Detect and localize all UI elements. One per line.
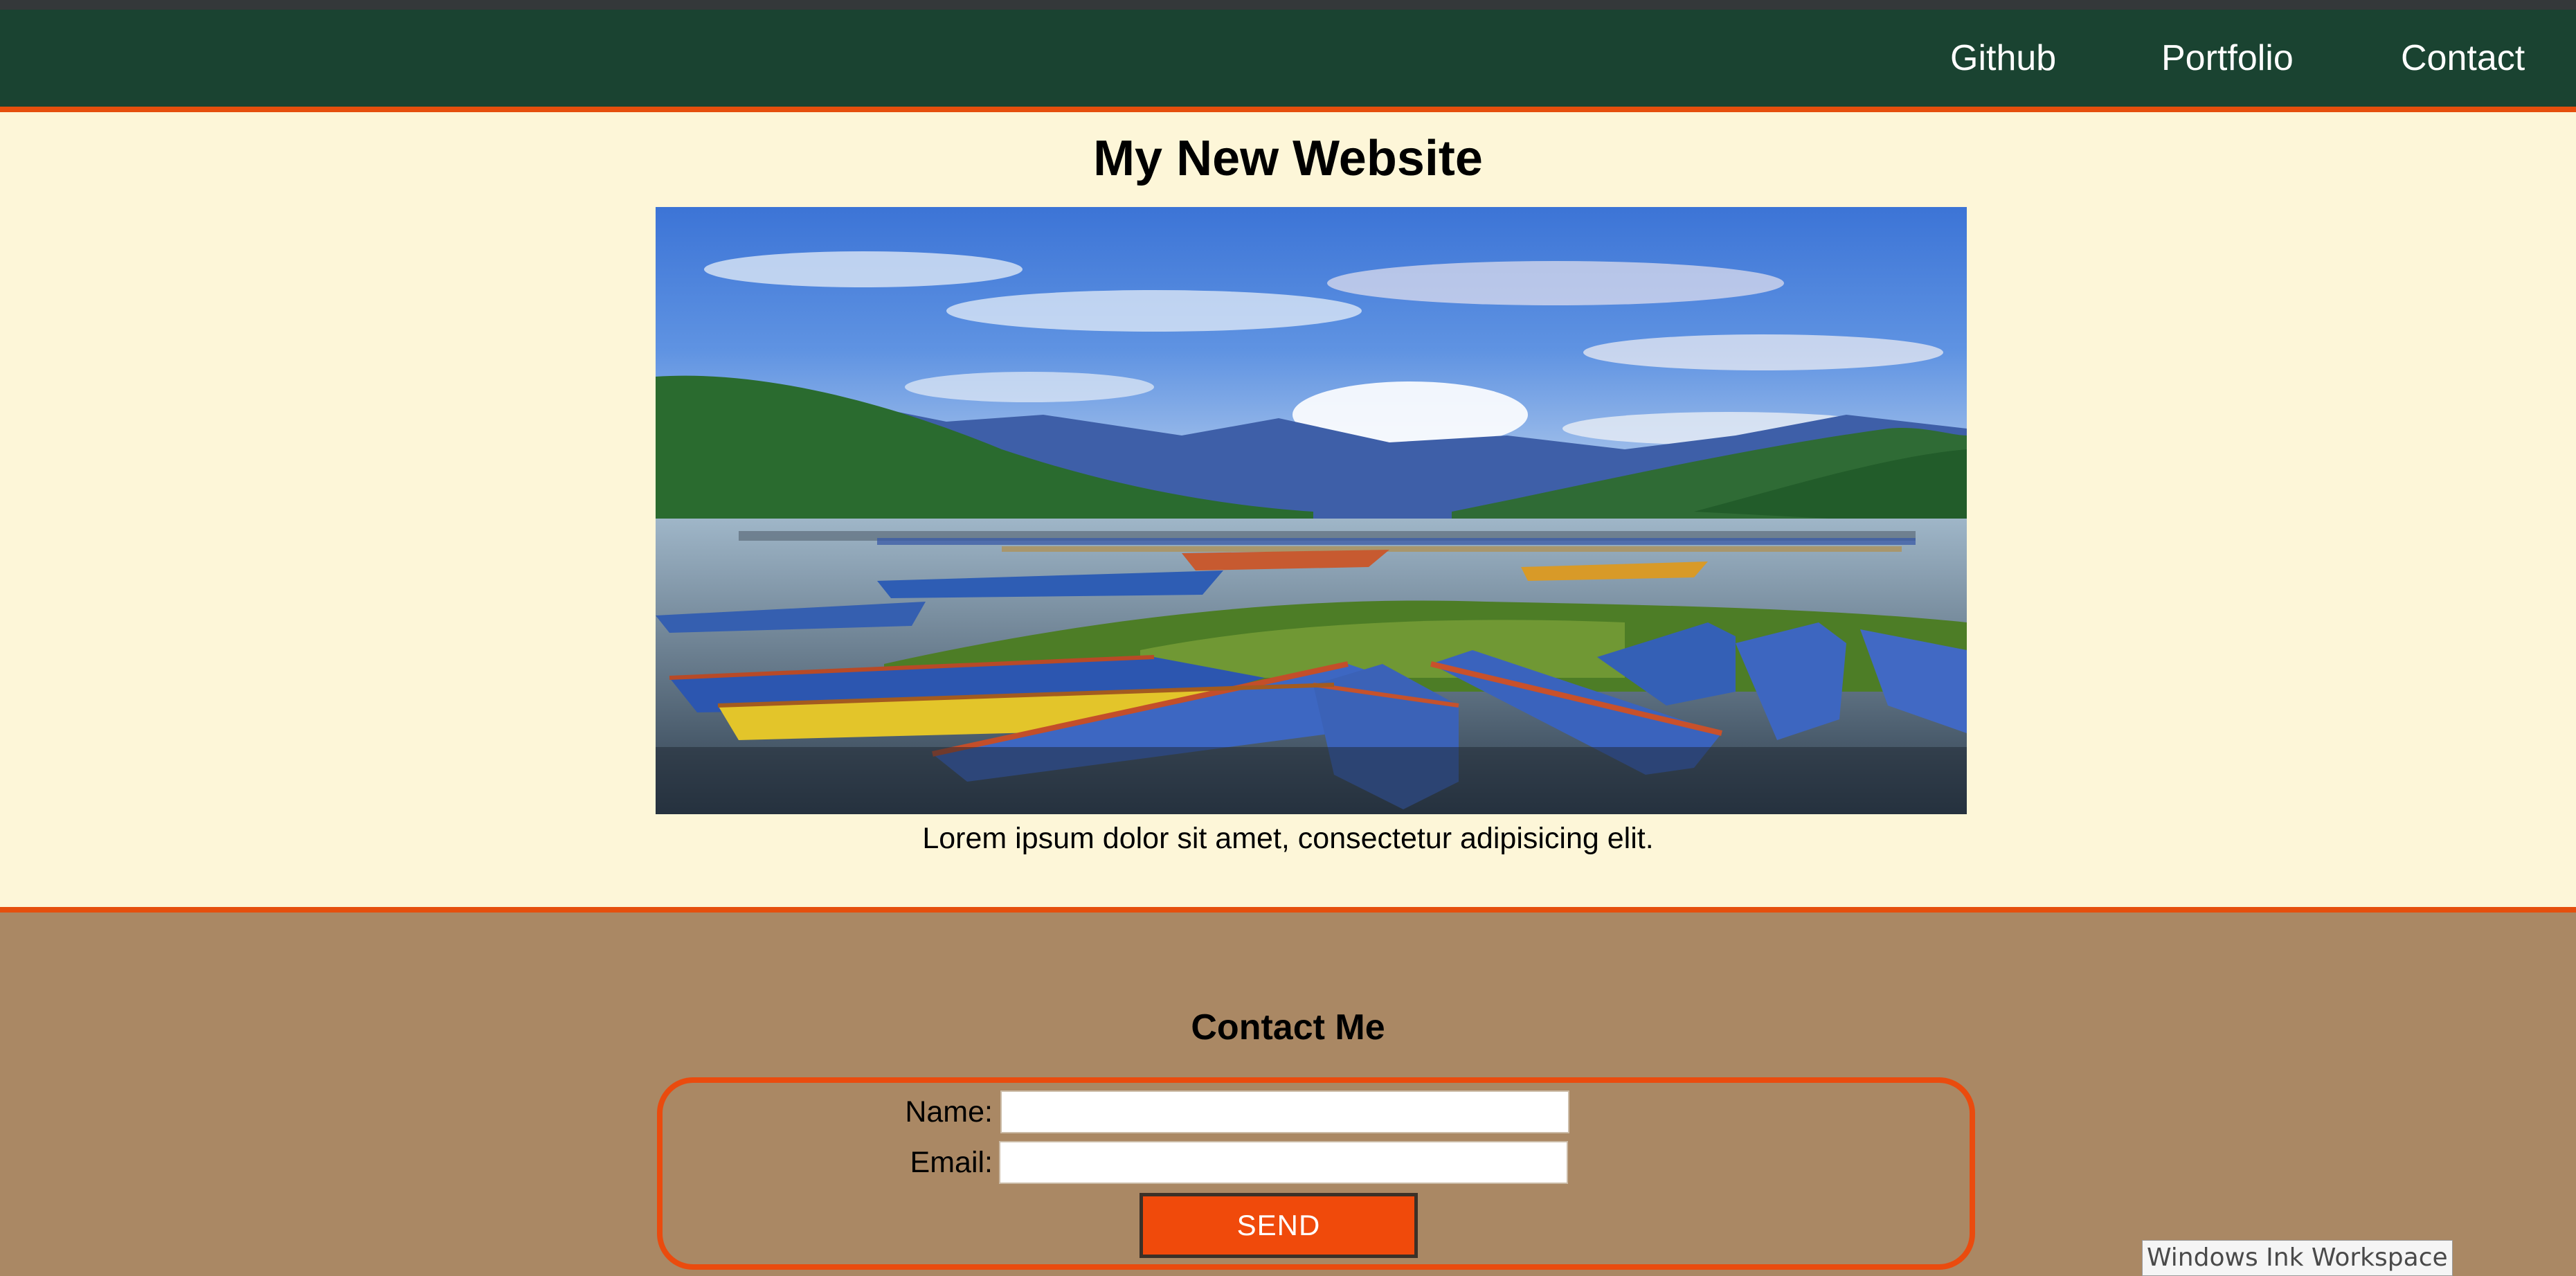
email-label: Email: [910,1146,993,1179]
page-title: My New Website [1093,131,1483,186]
browser-top-edge [0,0,2576,10]
hero-image [656,207,1967,814]
name-label: Name: [905,1095,993,1129]
windows-ink-tooltip: Windows Ink Workspace [2142,1240,2453,1276]
navbar-bottom-border [0,107,2576,112]
contact-title: Contact Me [1191,1007,1385,1048]
nav-link-contact[interactable]: Contact [2401,10,2525,107]
hero-caption: Lorem ipsum dolor sit amet, consectetur … [922,822,1654,855]
name-input[interactable] [1000,1090,1569,1133]
hero-bottom-border [0,907,2576,913]
nav-link-github[interactable]: Github [1950,10,2056,107]
email-input[interactable] [999,1141,1568,1184]
send-button[interactable]: SEND [1140,1193,1418,1258]
nav-link-portfolio[interactable]: Portfolio [2161,10,2294,107]
